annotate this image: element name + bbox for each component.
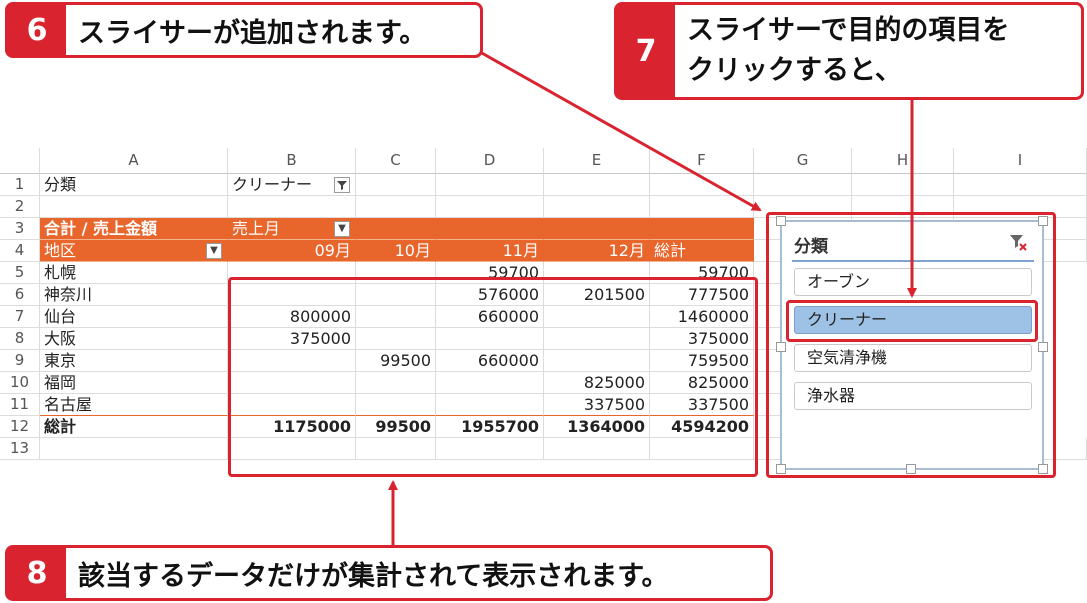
row-header-7[interactable]: 7: [0, 306, 40, 328]
column-field-dropdown[interactable]: ▼: [334, 221, 350, 237]
step-number-7: 7: [617, 5, 675, 97]
column-header-i[interactable]: I: [954, 148, 1087, 174]
row-label-sendai[interactable]: 仙台: [40, 306, 228, 328]
month-header-10[interactable]: 10月: [356, 240, 436, 262]
cell-b2[interactable]: [228, 196, 356, 218]
callout-7-line1: スライサーで目的の項目を: [687, 15, 1010, 46]
row-label-osaka[interactable]: 大阪: [40, 328, 228, 350]
cell-c1[interactable]: [356, 174, 436, 196]
month-header-11[interactable]: 11月: [436, 240, 544, 262]
row-header-1[interactable]: 1: [0, 174, 40, 196]
row-header-4[interactable]: 4: [0, 240, 40, 262]
report-filter-dropdown[interactable]: [334, 177, 350, 193]
highlight-selected-item: [786, 300, 1038, 342]
callout-step-7: 7 スライサーで目的の項目を クリックすると、: [614, 2, 1084, 100]
row-header-2[interactable]: 2: [0, 196, 40, 218]
callout-8-text: 該当するデータだけが集計されて表示されます。: [78, 560, 669, 592]
callout-7-line2: クリックすると、: [687, 55, 902, 86]
column-header-h[interactable]: H: [852, 148, 954, 174]
cell-e2[interactable]: [544, 196, 650, 218]
pivot-value-header[interactable]: 合計 / 売上金額: [40, 218, 228, 240]
cell-f3[interactable]: [650, 218, 754, 240]
select-all-corner[interactable]: [0, 148, 40, 174]
cell-h1[interactable]: [852, 174, 954, 196]
cell-d2[interactable]: [436, 196, 544, 218]
column-header-d[interactable]: D: [436, 148, 544, 174]
grand-total-row-label[interactable]: 総計: [40, 416, 228, 438]
cell-f2[interactable]: [650, 196, 754, 218]
column-header-a[interactable]: A: [40, 148, 228, 174]
callout-7-text: スライサーで目的の項目を クリックすると、: [687, 5, 1009, 97]
row-label-fukuoka[interactable]: 福岡: [40, 372, 228, 394]
column-header-c[interactable]: C: [356, 148, 436, 174]
cell-c2[interactable]: [356, 196, 436, 218]
column-header-f[interactable]: F: [650, 148, 754, 174]
step-number-8: 8: [8, 548, 66, 598]
grand-total-column-header[interactable]: 総計: [650, 240, 754, 262]
cell-a1[interactable]: 分類: [40, 174, 228, 196]
cell-c3[interactable]: [356, 218, 436, 240]
filter-value-text: クリーナー: [232, 175, 313, 194]
column-header-e[interactable]: E: [544, 148, 650, 174]
callout-step-8: 8 該当するデータだけが集計されて表示されます。: [5, 545, 773, 601]
row-label-sapporo[interactable]: 札幌: [40, 262, 228, 284]
callout-6-text: スライサーが追加されます。: [78, 17, 427, 49]
row-field-dropdown[interactable]: ▼: [206, 243, 222, 259]
month-header-12[interactable]: 12月: [544, 240, 650, 262]
step-number-6: 6: [8, 5, 66, 55]
cell-e1[interactable]: [544, 174, 650, 196]
column-header-b[interactable]: B: [228, 148, 356, 174]
row-header-11[interactable]: 11: [0, 394, 40, 416]
row-label-nagoya[interactable]: 名古屋: [40, 394, 228, 416]
highlight-filtered-data: [228, 277, 758, 477]
row-header-6[interactable]: 6: [0, 284, 40, 306]
row-header-9[interactable]: 9: [0, 350, 40, 372]
cell-d3[interactable]: [436, 218, 544, 240]
callout-step-6: 6 スライサーが追加されます。: [5, 2, 483, 58]
row-header-10[interactable]: 10: [0, 372, 40, 394]
cell-a2[interactable]: [40, 196, 228, 218]
row-header-5[interactable]: 5: [0, 262, 40, 284]
row-header-3[interactable]: 3: [0, 218, 40, 240]
pivot-row-field-label[interactable]: 地区: [40, 240, 228, 262]
cell-d1[interactable]: [436, 174, 544, 196]
month-header-09[interactable]: 09月: [228, 240, 356, 262]
row-label-kanagawa[interactable]: 神奈川: [40, 284, 228, 306]
column-header-g[interactable]: G: [754, 148, 852, 174]
cell-i1[interactable]: [954, 174, 1087, 196]
row-label-tokyo[interactable]: 東京: [40, 350, 228, 372]
row-header-13[interactable]: 13: [0, 438, 40, 460]
cell-f1[interactable]: [650, 174, 754, 196]
cell-e3[interactable]: [544, 218, 650, 240]
filter-funnel-icon: [337, 181, 347, 190]
row-header-12[interactable]: 12: [0, 416, 40, 438]
cell-g1[interactable]: [754, 174, 852, 196]
cell-a13[interactable]: [40, 438, 228, 460]
row-header-8[interactable]: 8: [0, 328, 40, 350]
highlight-slicer: [766, 212, 1056, 478]
